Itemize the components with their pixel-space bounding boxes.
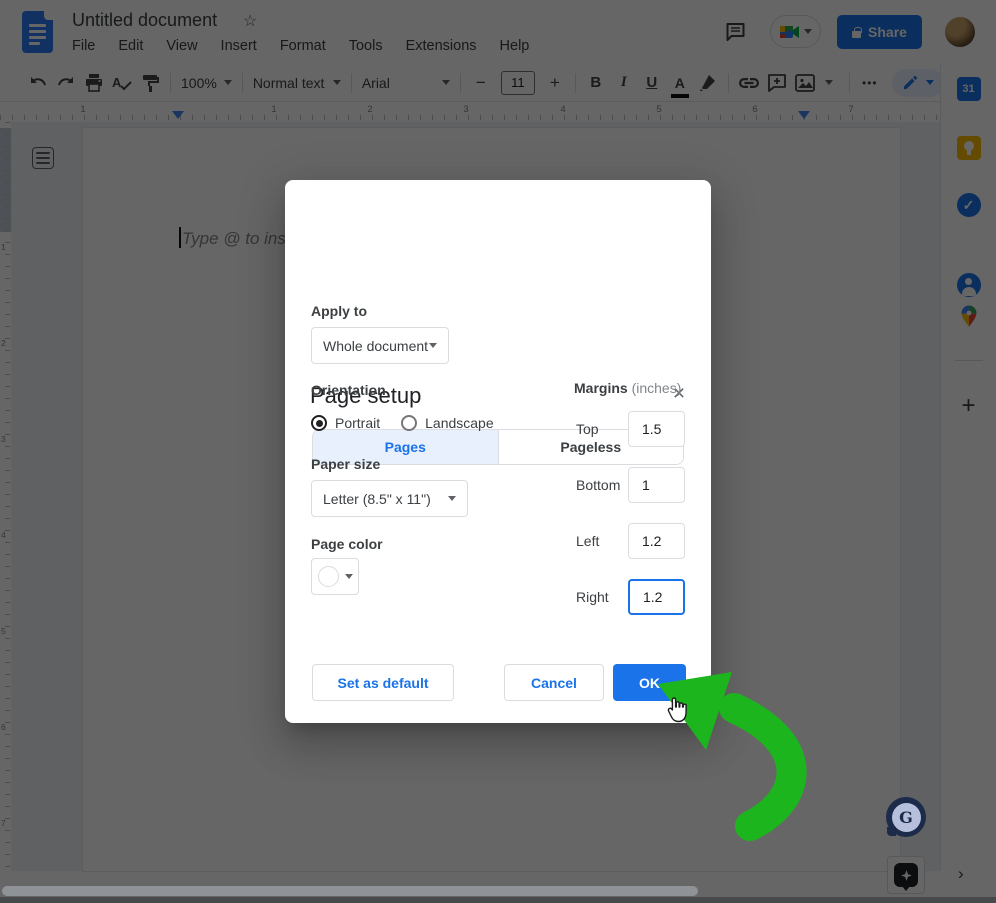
margins-label: Margins (inches): [574, 380, 681, 396]
dropdown-caret-icon: [345, 574, 353, 579]
landscape-label: Landscape: [425, 415, 494, 431]
cancel-button[interactable]: Cancel: [504, 664, 604, 701]
paper-size-label: Paper size: [311, 456, 380, 472]
radio-unselected-icon: [401, 415, 417, 431]
orientation-label: Orientation: [311, 382, 386, 398]
grammarly-badge[interactable]: G: [886, 797, 926, 837]
radio-portrait[interactable]: Portrait: [311, 415, 380, 431]
margin-left-input[interactable]: [628, 523, 685, 559]
page-color-label: Page color: [311, 536, 383, 552]
margin-bottom-label: Bottom: [576, 477, 620, 493]
paper-size-value: Letter (8.5" x 11"): [323, 491, 431, 507]
margin-right-input[interactable]: [628, 579, 685, 615]
margin-left-label: Left: [576, 533, 599, 549]
dropdown-caret-icon: [429, 343, 437, 348]
page-setup-dialog: Page setup × Pages Pageless Apply to Who…: [285, 180, 711, 723]
margin-bottom-input[interactable]: [628, 467, 685, 503]
set-as-default-button[interactable]: Set as default: [312, 664, 454, 701]
apply-to-dropdown[interactable]: Whole document: [311, 327, 449, 364]
page-color-picker[interactable]: [311, 558, 359, 595]
dropdown-caret-icon: [448, 496, 456, 501]
margin-top-input[interactable]: [628, 411, 685, 447]
radio-selected-icon: [311, 415, 327, 431]
horizontal-scrollbar-thumb[interactable]: [2, 886, 698, 896]
apply-to-value: Whole document: [323, 338, 428, 354]
margin-right-label: Right: [576, 589, 609, 605]
portrait-label: Portrait: [335, 415, 380, 431]
radio-landscape[interactable]: Landscape: [401, 415, 494, 431]
ok-button[interactable]: OK: [613, 664, 686, 701]
orientation-options: Portrait Landscape: [311, 415, 494, 431]
page-color-swatch: [318, 566, 339, 587]
paper-size-dropdown[interactable]: Letter (8.5" x 11"): [311, 480, 468, 517]
margin-top-label: Top: [576, 421, 599, 437]
apply-to-label: Apply to: [311, 303, 367, 319]
